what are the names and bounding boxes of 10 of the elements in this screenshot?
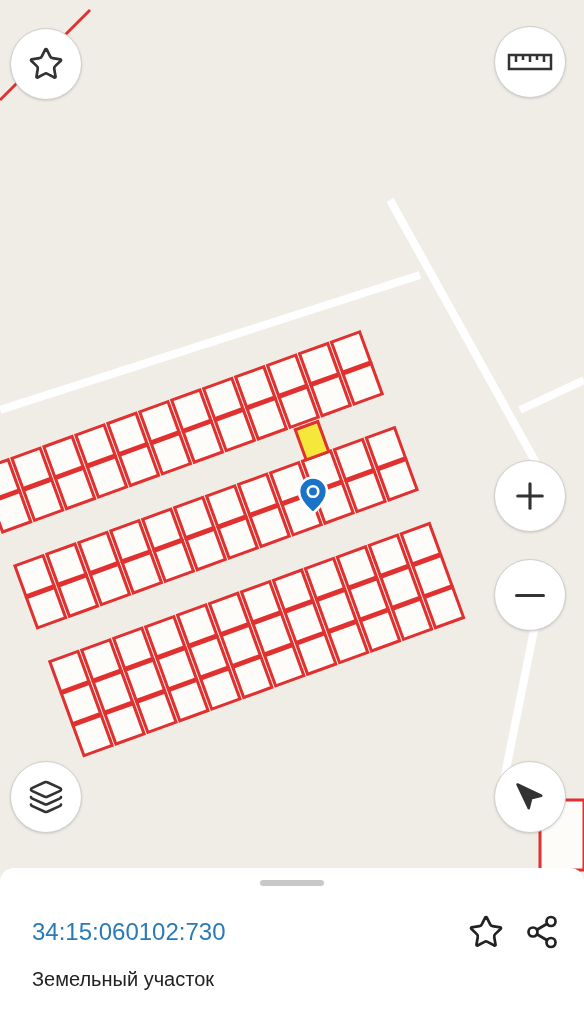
- cadastral-number: 34:15:060102:730: [32, 917, 226, 947]
- drag-handle[interactable]: [260, 880, 324, 886]
- minus-icon: [515, 593, 545, 597]
- favorite-icon[interactable]: [468, 914, 504, 950]
- parcel-type: Земельный участок: [32, 967, 215, 992]
- layers-icon: [28, 779, 64, 815]
- navigation-arrow-icon: [515, 782, 545, 812]
- share-icon[interactable]: [524, 914, 560, 950]
- star-icon: [28, 46, 64, 82]
- ruler-icon: [507, 52, 553, 72]
